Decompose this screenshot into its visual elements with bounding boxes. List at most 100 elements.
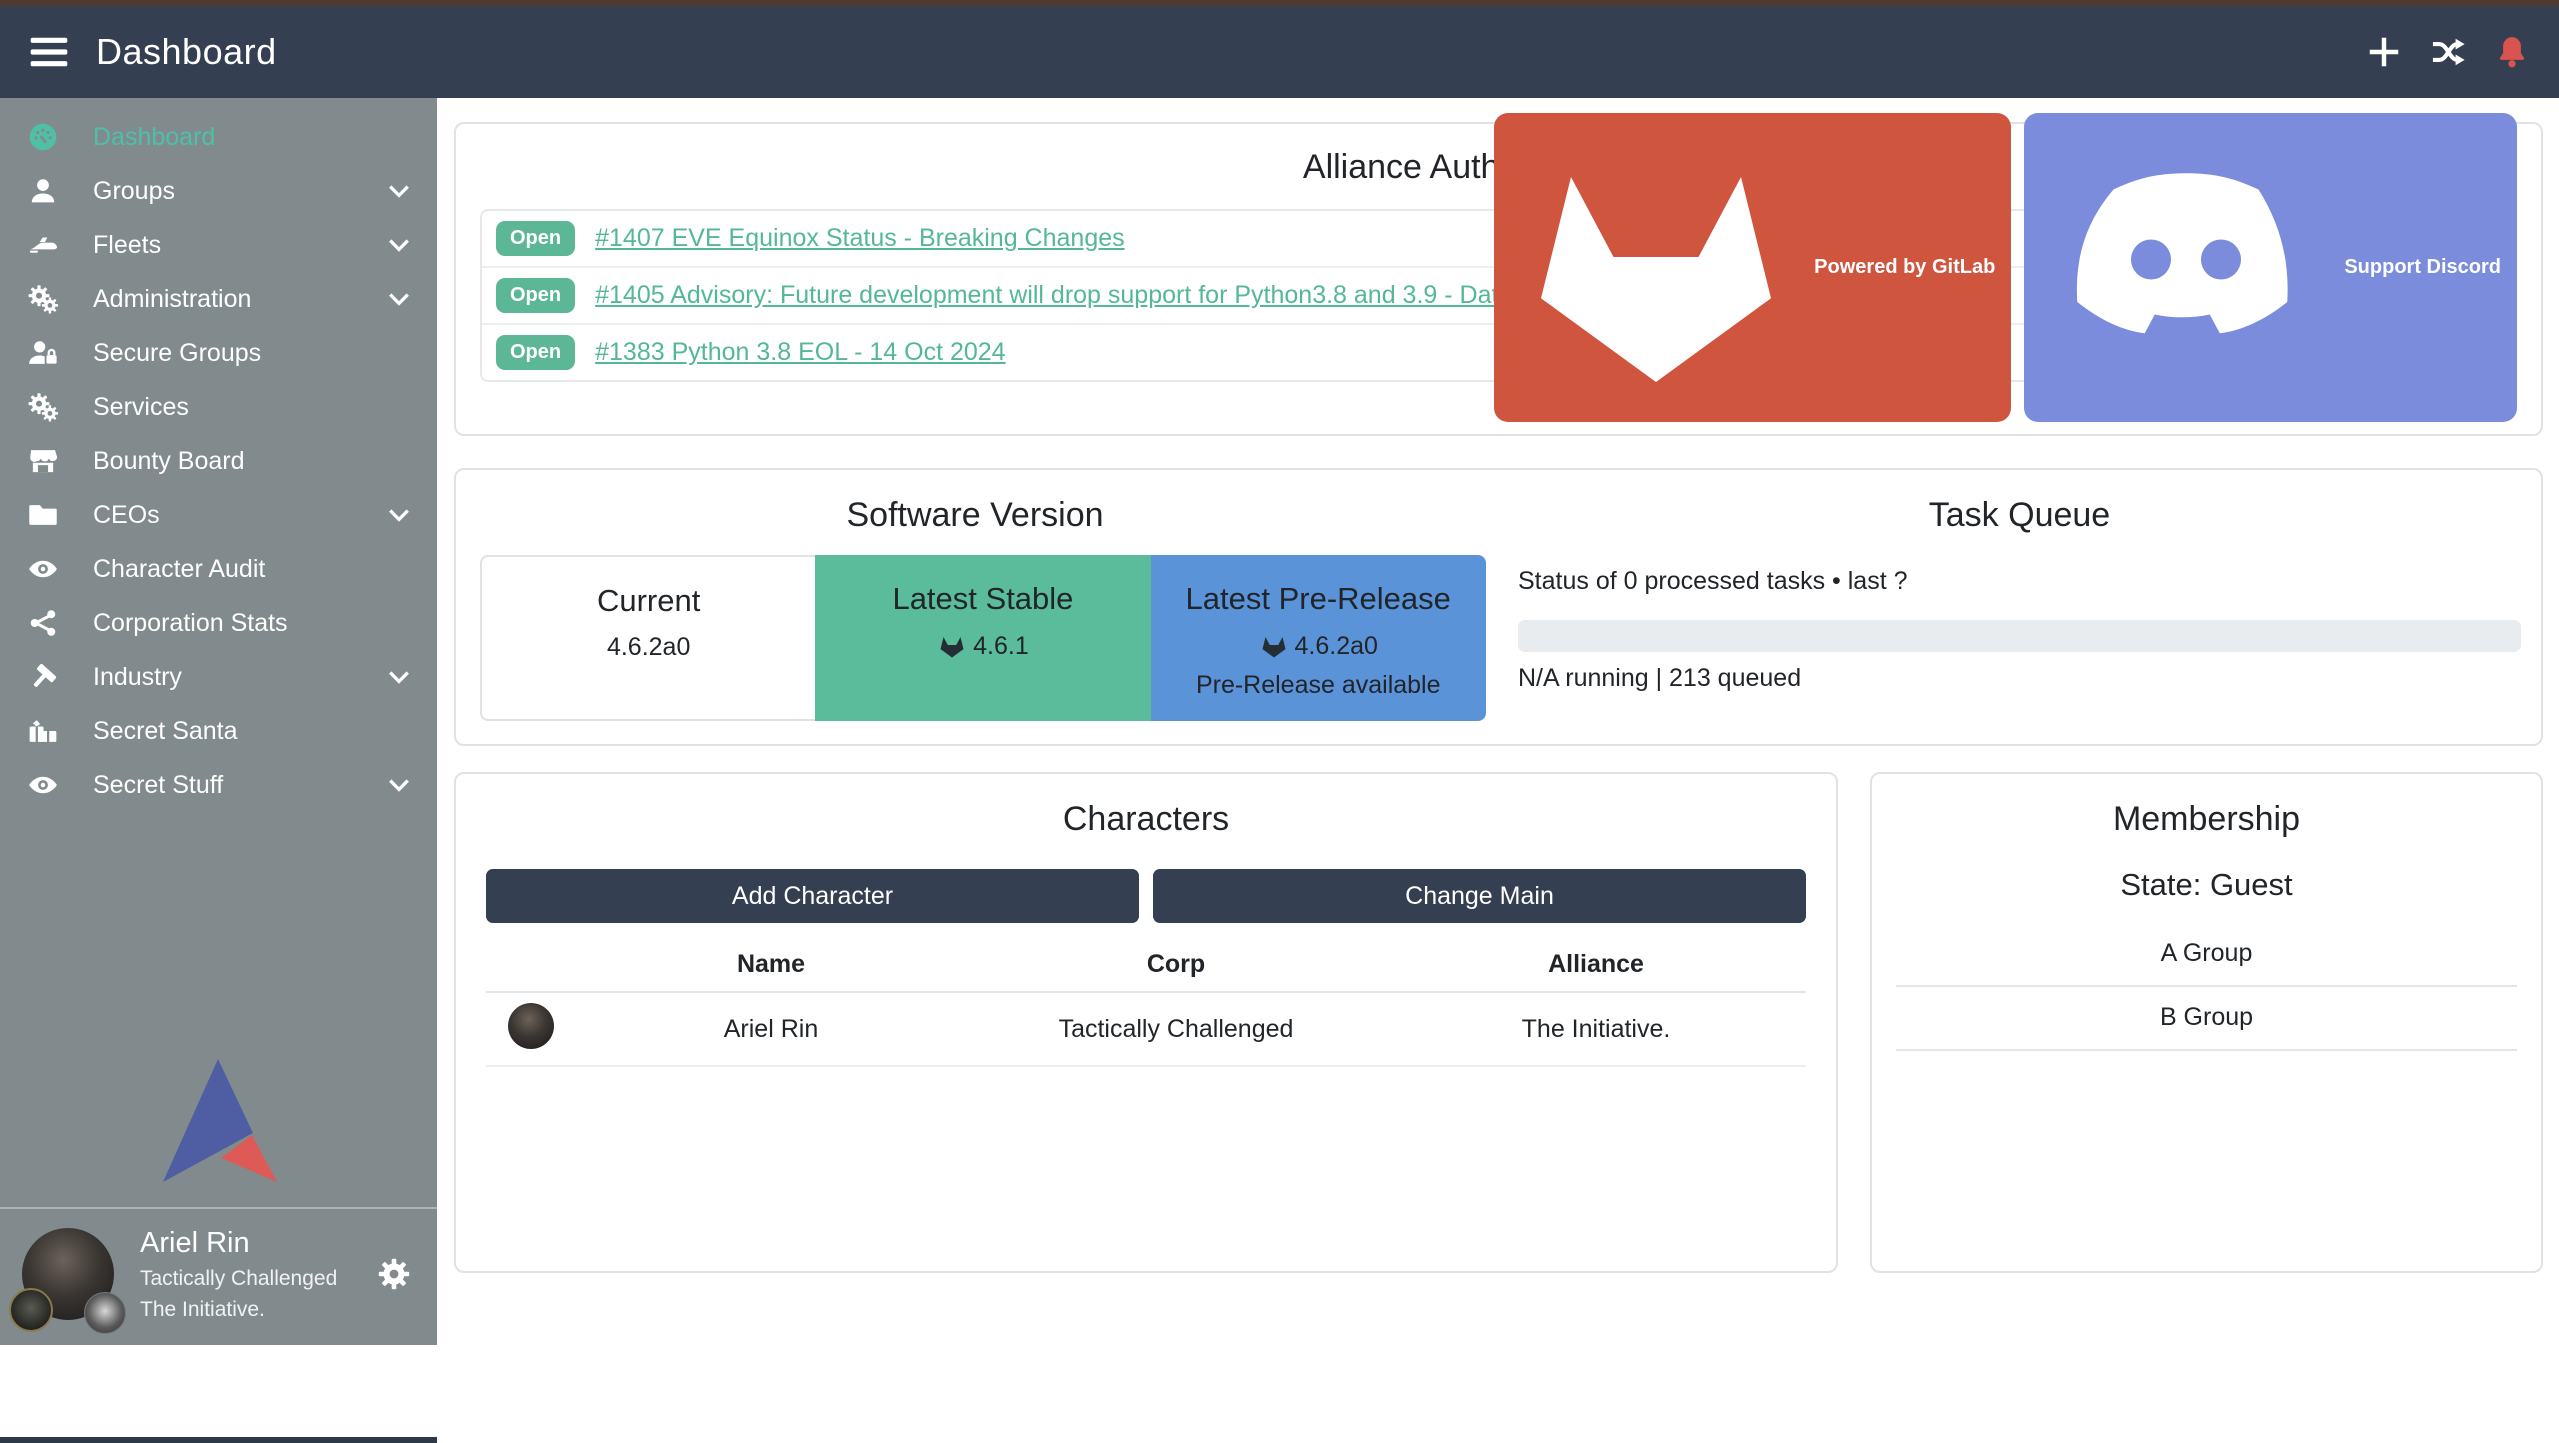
corp-column-header: Corp	[966, 950, 1386, 979]
version-column-latest-stable: Latest Stable4.6.1	[815, 555, 1150, 721]
sidebar-item-fleets[interactable]: Fleets	[0, 218, 437, 272]
gifts-icon	[27, 714, 67, 748]
sidebar-item-services[interactable]: Services	[0, 380, 437, 434]
version-column-heading: Latest Stable	[815, 581, 1150, 617]
characters-actions: Add Character Change Main	[486, 869, 1806, 923]
membership-panel: Membership State: Guest A GroupB Group	[1870, 772, 2543, 1273]
gitlab-tanuki-icon	[1506, 117, 1806, 417]
software-version-table: Current4.6.2a0Latest Stable4.6.1Latest P…	[480, 555, 1486, 721]
gitlab-tanuki-icon	[1259, 631, 1289, 661]
sidebar-item-label: Corporation Stats	[93, 609, 288, 638]
sidebar-item-label: Industry	[93, 663, 182, 692]
powered-by-gitlab-badge[interactable]: Powered by GitLab	[1494, 113, 2011, 422]
software-version-section: Software Version Current4.6.2a0Latest St…	[456, 496, 1494, 744]
gitlab-tanuki-icon	[937, 631, 967, 661]
folder-icon	[27, 498, 67, 532]
membership-group-item: B Group	[1896, 987, 2517, 1051]
cogs-icon	[27, 390, 67, 424]
sidebar-item-label: Services	[93, 393, 189, 422]
chevron-down-icon	[385, 177, 413, 205]
sidebar-item-administration[interactable]: Administration	[0, 272, 437, 326]
notification-link[interactable]: #1407 EVE Equinox Status - Breaking Chan…	[595, 224, 1125, 253]
chevron-down-icon	[385, 231, 413, 259]
discord-badge-label: Support Discord	[2344, 256, 2501, 279]
version-column-current: Current4.6.2a0	[480, 555, 815, 721]
discord-icon	[2036, 117, 2336, 417]
character-name: Ariel Rin	[576, 1015, 966, 1044]
top-navbar: Dashboard	[0, 6, 2559, 98]
character-alliance: The Initiative.	[1386, 1015, 1806, 1044]
change-main-button[interactable]: Change Main	[1153, 869, 1806, 923]
characters-table-header: Name Corp Alliance	[486, 937, 1806, 993]
version-value: 4.6.2a0	[1295, 632, 1378, 661]
character-portrait	[508, 1003, 554, 1049]
share-nodes-icon	[27, 606, 67, 640]
sidebar-item-dashboard[interactable]: Dashboard	[0, 110, 437, 164]
sidebar-item-groups[interactable]: Groups	[0, 164, 437, 218]
hammer-icon	[27, 660, 67, 694]
user-icon	[27, 174, 67, 208]
page-title: Dashboard	[96, 31, 277, 73]
sidebar-item-label: Secret Stuff	[93, 771, 223, 800]
chevron-down-icon	[385, 771, 413, 799]
membership-state: State: Guest	[1872, 867, 2541, 903]
characters-title: Characters	[456, 800, 1836, 839]
alliance-auth-logo	[157, 1055, 281, 1187]
sidebar-item-bounty-board[interactable]: Bounty Board	[0, 434, 437, 488]
notification-link[interactable]: #1405 Advisory: Future development will …	[595, 281, 1639, 310]
sidebar-item-label: Fleets	[93, 231, 161, 260]
character-row: Ariel RinTactically ChallengedThe Initia…	[486, 993, 1806, 1067]
version-taskqueue-panel: Software Version Current4.6.2a0Latest St…	[454, 468, 2543, 746]
characters-table-body: Ariel RinTactically ChallengedThe Initia…	[486, 993, 1806, 1067]
notification-link[interactable]: #1383 Python 3.8 EOL - 14 Oct 2024	[595, 338, 1005, 367]
version-column-heading: Latest Pre-Release	[1151, 581, 1486, 617]
sidebar-item-label: Bounty Board	[93, 447, 245, 476]
sidebar-item-label: CEOs	[93, 501, 160, 530]
sidebar-item-secure-groups[interactable]: Secure Groups	[0, 326, 437, 380]
alliance-column-header: Alliance	[1386, 950, 1806, 979]
tachometer-icon	[27, 120, 67, 154]
sidebar-item-label: Dashboard	[93, 123, 215, 152]
user-panel[interactable]: Ariel Rin Tactically Challenged The Init…	[0, 1209, 437, 1339]
notifications-footer: Powered by GitLab Support Discord	[1494, 113, 2517, 422]
sidebar-item-label: Character Audit	[93, 555, 265, 584]
characters-table: Name Corp Alliance Ariel RinTactically C…	[486, 937, 1806, 1067]
notifications-bell-icon[interactable]	[2493, 33, 2531, 71]
task-queue-section: Task Queue Status of 0 processed tasks •…	[1494, 496, 2541, 744]
chevron-down-icon	[385, 285, 413, 313]
gear-icon[interactable]	[376, 1256, 412, 1292]
sidebar-item-label: Administration	[93, 285, 251, 314]
chevron-down-icon	[385, 501, 413, 529]
task-queue-title: Task Queue	[1518, 496, 2521, 535]
characters-panel: Characters Add Character Change Main Nam…	[454, 772, 1838, 1273]
sidebar-item-secret-santa[interactable]: Secret Santa	[0, 704, 437, 758]
task-queue-counts: N/A running | 213 queued	[1518, 664, 2521, 693]
status-badge: Open	[496, 335, 575, 370]
status-badge: Open	[496, 278, 575, 313]
shuffle-icon[interactable]	[2429, 33, 2467, 71]
user-alliance: The Initiative.	[140, 1298, 337, 1322]
sidebar-footer-strip	[0, 1437, 437, 1443]
hamburger-menu-icon[interactable]	[27, 30, 71, 74]
shuttle-icon	[27, 228, 67, 262]
add-character-button[interactable]: Add Character	[486, 869, 1139, 923]
sidebar-item-secret-stuff[interactable]: Secret Stuff	[0, 758, 437, 812]
notifications-panel: Alliance Auth Notifications Open#1407 EV…	[454, 122, 2543, 436]
chevron-down-icon	[385, 663, 413, 691]
sidebar-menu: Dashboard Groups Fleets Administration Secur…	[0, 98, 437, 812]
support-discord-badge[interactable]: Support Discord	[2024, 113, 2517, 422]
sidebar-item-label: Secure Groups	[93, 339, 261, 368]
sidebar-item-corporation-stats[interactable]: Corporation Stats	[0, 596, 437, 650]
sidebar-item-ceos[interactable]: CEOs	[0, 488, 437, 542]
sidebar-item-character-audit[interactable]: Character Audit	[0, 542, 437, 596]
corp-logo-badge	[9, 1288, 53, 1332]
add-icon[interactable]	[2365, 33, 2403, 71]
alliance-logo-badge	[84, 1292, 126, 1334]
cogs-icon	[27, 282, 67, 316]
sidebar-item-industry[interactable]: Industry	[0, 650, 437, 704]
version-column-latest-pre-release: Latest Pre-Release4.6.2a0Pre-Release ava…	[1151, 555, 1486, 721]
sidebar-item-label: Secret Santa	[93, 717, 238, 746]
user-name: Ariel Rin	[140, 1227, 337, 1260]
user-meta: Ariel Rin Tactically Challenged The Init…	[140, 1227, 337, 1322]
avatar	[22, 1228, 114, 1320]
